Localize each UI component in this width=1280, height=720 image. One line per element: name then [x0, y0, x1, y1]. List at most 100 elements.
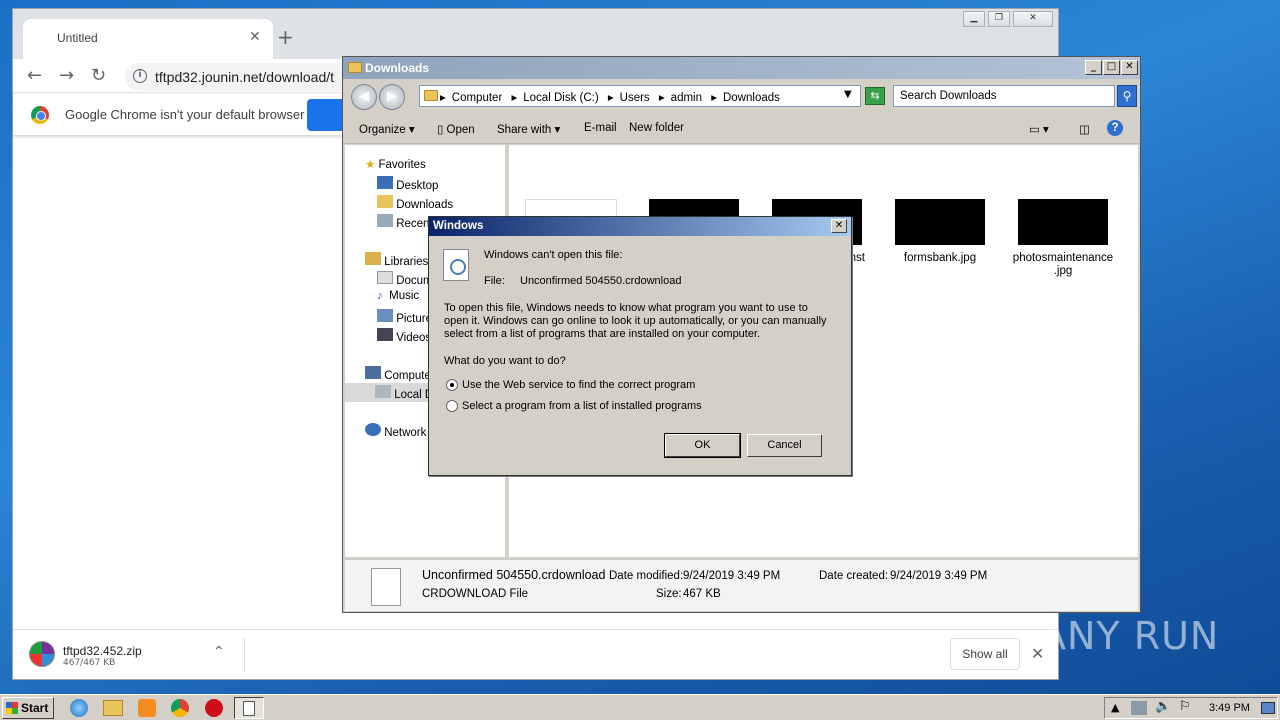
close-button[interactable]: ✕ [1121, 60, 1138, 75]
ok-button[interactable]: OK [664, 433, 741, 458]
active-window-button[interactable] [234, 697, 264, 719]
folder-icon [424, 90, 438, 101]
file-thumbnail[interactable] [895, 199, 985, 245]
clock[interactable]: 3:49 PM [1209, 702, 1250, 714]
detail-modified-label: Date modified: [609, 570, 684, 582]
address-bar[interactable]: ▸ Computer ▸ Local Disk (C:) ▸ Users ▸ admin… [419, 85, 861, 107]
folder-icon [348, 62, 362, 73]
nav-favorites[interactable]: ★ Favorites [365, 157, 426, 171]
chevron-down-icon[interactable]: ▼ [844, 89, 852, 100]
flag-icon[interactable]: ⚐ [1179, 699, 1191, 714]
crumb-downloads[interactable]: Downloads [723, 92, 780, 104]
detail-size-label: Size: [656, 588, 682, 600]
divider [244, 638, 245, 672]
nav-desktop[interactable]: Desktop [377, 176, 438, 192]
search-input[interactable]: Search Downloads [893, 85, 1115, 107]
chevron-up-icon[interactable]: ⌃ [213, 644, 225, 660]
download-filename[interactable]: tftpd32.452.zip [63, 644, 142, 658]
reload-icon[interactable]: ↻ [91, 65, 106, 86]
nav-documents[interactable]: Docum [377, 271, 433, 287]
chrome-icon[interactable] [171, 699, 189, 717]
crumb-local-disk[interactable]: Local Disk (C:) [523, 92, 598, 104]
info-icon[interactable]: i [133, 69, 147, 83]
forward-icon[interactable]: ▶ [379, 84, 405, 110]
cancel-button[interactable]: Cancel [747, 434, 822, 457]
ie-icon[interactable] [70, 699, 88, 717]
search-placeholder: Search Downloads [900, 90, 997, 102]
crumb-computer[interactable]: Computer [452, 92, 503, 104]
organize-button[interactable]: Organize ▾ [359, 122, 415, 136]
view-icon[interactable]: ▭ ▾ [1029, 122, 1049, 136]
file-thumbnail[interactable] [1018, 199, 1108, 245]
download-shelf: tftpd32.452.zip 467/467 KB ⌃ Show all ✕ [13, 629, 1058, 679]
download-size: 467/467 KB [63, 658, 116, 668]
installed-programs-option-label[interactable]: Select a program from a list of installe… [462, 400, 702, 412]
nav-downloads[interactable]: Downloads [377, 195, 453, 211]
anyrun-watermark: ANY RUN [1040, 614, 1220, 658]
star-icon: ★ [365, 159, 376, 171]
archive-icon [29, 641, 55, 667]
dialog-question: What do you want to do? [444, 355, 566, 367]
file-icon [371, 568, 401, 606]
explorer-titlebar: Downloads _ □ ✕ [343, 57, 1140, 79]
downloads-folder-icon [377, 195, 393, 208]
organize-label: Organize [359, 124, 406, 136]
web-service-option-label[interactable]: Use the Web service to find the correct … [462, 379, 695, 391]
minimize-button[interactable]: ▁ [963, 11, 985, 27]
browser-tab[interactable]: Untitled ✕ [23, 19, 273, 59]
media-player-icon[interactable] [138, 699, 156, 717]
preview-pane-icon[interactable]: ◫ [1079, 122, 1090, 136]
libraries-icon [365, 252, 381, 265]
restore-button[interactable]: ❐ [988, 11, 1010, 27]
opera-icon[interactable] [205, 699, 223, 717]
documents-icon [377, 271, 393, 284]
nav-network[interactable]: Network [365, 423, 426, 439]
nav-videos[interactable]: Videos [377, 328, 431, 344]
email-button[interactable]: E-mail [584, 122, 617, 134]
web-service-radio[interactable] [446, 379, 458, 391]
back-icon[interactable]: ◀ [351, 84, 377, 110]
nav-pictures[interactable]: Picture [377, 309, 432, 325]
close-button[interactable]: ✕ [831, 219, 847, 233]
command-bar: Organize ▾ ▯ Open Share with ▾ E-mail Ne… [343, 114, 1140, 144]
show-all-button[interactable]: Show all [950, 638, 1020, 670]
detail-type: CRDOWNLOAD File [422, 588, 529, 600]
nav-music[interactable]: ♪ Music [377, 290, 419, 302]
address-row: ◀ ▶ ▸ Computer ▸ Local Disk (C:) ▸ Users ▸ a… [343, 79, 1140, 113]
chevron-up-icon[interactable]: ▲ [1111, 701, 1119, 714]
open-button[interactable]: ▯ Open [437, 122, 475, 136]
system-tray: ▲ 🔈 ⚐ 3:49 PM [1104, 697, 1278, 719]
help-icon[interactable]: ? [1107, 120, 1123, 136]
minimize-button[interactable]: _ [1085, 60, 1102, 75]
volume-icon[interactable]: 🔈 [1155, 699, 1171, 714]
new-folder-button[interactable]: New folder [629, 122, 684, 134]
tab-close-icon[interactable]: ✕ [249, 29, 261, 45]
nav-computer[interactable]: Compute [365, 366, 431, 382]
taskbar: Start ▲ 🔈 ⚐ 3:49 PM [0, 694, 1280, 720]
close-button[interactable]: ✕ [1013, 11, 1053, 27]
nav-libraries[interactable]: Libraries [365, 252, 428, 268]
document-icon [243, 701, 255, 716]
crumb-users[interactable]: Users [620, 92, 650, 104]
set-default-button[interactable] [307, 99, 347, 131]
detail-filename: Unconfirmed 504550.crdownload [422, 568, 606, 582]
network-tray-icon[interactable] [1131, 701, 1147, 715]
explorer-icon[interactable] [103, 700, 123, 716]
installed-programs-radio[interactable] [446, 400, 458, 412]
crumb-admin[interactable]: admin [671, 92, 702, 104]
tab-strip: Untitled ✕ + ▁ ❐ ✕ [13, 9, 1058, 59]
back-icon[interactable]: ← [27, 65, 42, 86]
file-label[interactable]: photosmaintenance .jpg [1008, 252, 1118, 278]
show-desktop-icon[interactable] [1261, 702, 1275, 714]
search-icon[interactable]: ⚲ [1117, 85, 1137, 107]
start-button[interactable]: Start [2, 697, 54, 719]
new-tab-icon[interactable]: + [277, 25, 294, 49]
file-label[interactable]: formsbank.jpg [885, 252, 995, 265]
share-with-button[interactable]: Share with ▾ [497, 122, 560, 136]
maximize-button[interactable]: □ [1103, 60, 1120, 75]
refresh-icon[interactable]: ⇆ [865, 87, 885, 105]
nav-recent[interactable]: Recen [377, 214, 429, 230]
dialog-heading: Windows can't open this file: [484, 249, 623, 261]
recent-places-icon [377, 214, 393, 227]
forward-icon[interactable]: → [59, 65, 74, 86]
